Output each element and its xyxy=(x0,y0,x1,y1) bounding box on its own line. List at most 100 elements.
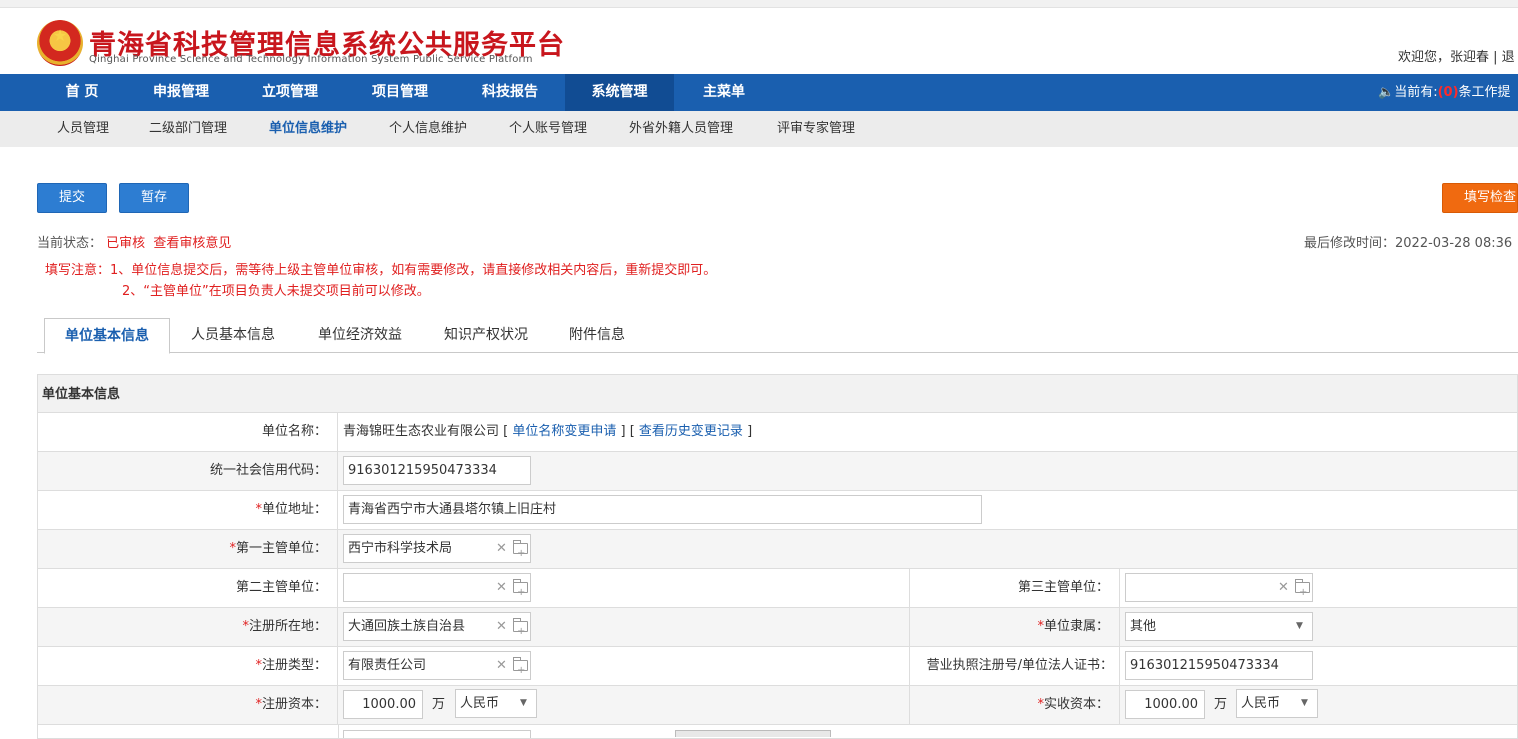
subnav-item-departments[interactable]: 二级部门管理 xyxy=(149,111,227,147)
chevron-down-icon: ▼ xyxy=(1301,698,1308,708)
paid-capital-label: 实收资本： xyxy=(1043,697,1109,712)
paid-capital-currency-select[interactable]: 人民币 ▼ xyxy=(1236,689,1318,718)
fill-check-button[interactable]: 填写检查 xyxy=(1442,183,1518,213)
folder-add-icon[interactable] xyxy=(513,540,528,562)
nav-item-main-menu[interactable]: 主菜单 xyxy=(674,74,774,111)
save-draft-button[interactable]: 暂存 xyxy=(119,183,189,213)
nav-item-home[interactable]: 首 页 xyxy=(37,74,127,111)
unit-name-change-link[interactable]: 单位名称变更申请 xyxy=(512,424,616,439)
subnav-item-personal-info[interactable]: 个人信息维护 xyxy=(389,111,467,147)
paid-capital-currency: 人民币 xyxy=(1241,696,1281,711)
unit-name-label: 单位名称： xyxy=(38,413,338,451)
reg-place-label: 注册所在地： xyxy=(248,619,327,634)
subnav-item-accounts[interactable]: 个人账号管理 xyxy=(509,111,587,147)
form-row-reg-place: *注册所在地： 大通回族土族自治县 ✕ *单位隶属： 其他 ▼ xyxy=(37,608,1518,647)
supervisor1-picker[interactable]: 西宁市科学技术局 ✕ xyxy=(343,534,531,563)
notice-count: (0) xyxy=(1437,85,1459,100)
form-row-address: *单位地址： 青海省西宁市大通县塔尔镇上旧庄村 xyxy=(37,491,1518,530)
national-emblem-icon: ★ xyxy=(37,20,83,66)
address-label: 单位地址： xyxy=(261,502,327,517)
subnav-item-unit-info[interactable]: 单位信息维护 xyxy=(269,111,347,147)
folder-add-icon[interactable] xyxy=(513,657,528,679)
notice-line-2: 2、“主管单位”在项目负责人未提交项目前可以修改。 xyxy=(122,284,430,299)
notice-line-1: 填写注意：1、单位信息提交后，需等待上级主管单位审核，如有需要修改，请直接修改相… xyxy=(45,263,717,278)
reg-type-label: 注册类型： xyxy=(261,658,327,673)
clear-icon[interactable]: ✕ xyxy=(496,574,507,601)
reg-capital-label-cell: *注册资本： xyxy=(38,686,338,724)
browser-strip xyxy=(0,0,1518,8)
notice-suffix: 条工作提 xyxy=(1458,85,1511,100)
view-opinion-link[interactable]: 查看审核意见 xyxy=(153,236,231,251)
supervisor2-picker[interactable]: ✕ xyxy=(343,573,531,602)
license-label: 营业执照注册号/单位法人证书： xyxy=(909,647,1120,685)
credit-code-label: 统一社会信用代码： xyxy=(38,452,338,490)
tab-attachments[interactable]: 附件信息 xyxy=(558,318,636,353)
paid-capital-unit: 万 xyxy=(1214,697,1228,712)
site-header: ★ 青海省科技管理信息系统公共服务平台 Qinghai Province Sci… xyxy=(0,8,1518,74)
column-divider xyxy=(338,725,339,738)
tab-unit-basic[interactable]: 单位基本信息 xyxy=(44,318,170,354)
work-notice[interactable]: 🔈当前有:(0)条工作提 xyxy=(1378,74,1511,111)
site-subtitle: Qinghai Province Science and Technology … xyxy=(89,54,533,65)
speaker-icon: 🔈 xyxy=(1378,85,1395,100)
supervisor1-label: 第一主管单位： xyxy=(235,541,327,556)
main-nav: 首 页 申报管理 立项管理 项目管理 科技报告 系统管理 主菜单 🔈当前有:(0… xyxy=(0,74,1518,111)
reg-capital-label: 注册资本： xyxy=(261,697,327,712)
subnav-item-experts[interactable]: 评审专家管理 xyxy=(777,111,855,147)
sub-nav: 人员管理 二级部门管理 单位信息维护 个人信息维护 个人账号管理 外省外籍人员管… xyxy=(0,111,1518,147)
nav-item-system[interactable]: 系统管理 xyxy=(565,74,674,111)
reg-type-picker[interactable]: 有限责任公司 ✕ xyxy=(343,651,531,680)
folder-add-icon[interactable] xyxy=(1295,579,1310,601)
folder-add-icon[interactable] xyxy=(513,618,528,640)
reg-place-value: 大通回族土族自治县 xyxy=(348,619,466,634)
status-value: 已审核 xyxy=(106,236,146,251)
subnav-item-foreign-staff[interactable]: 外省外籍人员管理 xyxy=(629,111,733,147)
supervisor1-value: 西宁市科学技术局 xyxy=(348,541,453,556)
reg-capital-input[interactable]: 1000.00 xyxy=(343,690,423,719)
license-input[interactable]: 916301215950473334 xyxy=(1125,651,1313,680)
nav-item-report[interactable]: 科技报告 xyxy=(455,74,565,111)
supervisor3-label: 第三主管单位： xyxy=(909,569,1120,607)
welcome-text[interactable]: 欢迎您，张迎春 | 退 xyxy=(1398,46,1515,65)
nav-item-approval[interactable]: 立项管理 xyxy=(235,74,345,111)
affiliation-select[interactable]: 其他 ▼ xyxy=(1125,612,1313,641)
supervisor1-label-cell: *第一主管单位： xyxy=(38,530,338,568)
submit-button[interactable]: 提交 xyxy=(37,183,107,213)
reg-place-label-cell: *注册所在地： xyxy=(38,608,338,646)
affiliation-label-cell: *单位隶属： xyxy=(909,608,1120,646)
notice-prefix: 当前有: xyxy=(1394,85,1438,100)
reg-type-label-cell: *注册类型： xyxy=(38,647,338,685)
paid-capital-input[interactable]: 1000.00 xyxy=(1125,690,1205,719)
affiliation-value: 其他 xyxy=(1130,619,1157,634)
tab-personnel-basic[interactable]: 人员基本信息 xyxy=(180,318,286,353)
unit-name-value-group: 青海锦旺生态农业有限公司 [ 单位名称变更申请 ] [ 查看历史变更记录 ] xyxy=(343,424,753,439)
form-row-capital: *注册资本： 1000.00 万 人民币 ▼ *实收资本： 1000.00 万 … xyxy=(37,686,1518,725)
nav-item-apply[interactable]: 申报管理 xyxy=(127,74,235,111)
reg-place-picker[interactable]: 大通回族土族自治县 ✕ xyxy=(343,612,531,641)
clear-icon[interactable]: ✕ xyxy=(496,535,507,562)
folder-add-icon[interactable] xyxy=(513,579,528,601)
partial-toolbar-control[interactable] xyxy=(675,730,831,737)
reg-capital-currency-select[interactable]: 人民币 ▼ xyxy=(455,689,537,718)
credit-code-input[interactable]: 916301215950473334 xyxy=(343,456,531,485)
reg-type-value: 有限责任公司 xyxy=(348,658,427,673)
form-row-credit-code: 统一社会信用代码： 916301215950473334 xyxy=(37,452,1518,491)
status-line: 当前状态： 已审核 查看审核意见 xyxy=(37,232,231,251)
subnav-item-personnel[interactable]: 人员管理 xyxy=(57,111,109,147)
tab-ip-status[interactable]: 知识产权状况 xyxy=(432,318,540,353)
unit-name-value: 青海锦旺生态农业有限公司 xyxy=(343,424,500,439)
form-row-supervisor-1: *第一主管单位： 西宁市科学技术局 ✕ xyxy=(37,530,1518,569)
chevron-down-icon: ▼ xyxy=(1296,621,1303,631)
address-input[interactable]: 青海省西宁市大通县塔尔镇上旧庄村 xyxy=(343,495,982,524)
unit-name-history-link[interactable]: 查看历史变更记录 xyxy=(639,424,743,439)
clear-icon[interactable]: ✕ xyxy=(496,652,507,679)
clear-icon[interactable]: ✕ xyxy=(1278,574,1289,601)
form-row-supervisor-2-3: 第二主管单位： ✕ 第三主管单位： ✕ xyxy=(37,569,1518,608)
tab-economic[interactable]: 单位经济效益 xyxy=(306,318,414,353)
address-label-cell: *单位地址： xyxy=(38,491,338,529)
supervisor3-picker[interactable]: ✕ xyxy=(1125,573,1313,602)
nav-item-project[interactable]: 项目管理 xyxy=(345,74,455,111)
form-tabs: 单位基本信息 人员基本信息 单位经济效益 知识产权状况 附件信息 xyxy=(37,318,1518,354)
clear-icon[interactable]: ✕ xyxy=(496,613,507,640)
reg-capital-unit: 万 xyxy=(432,697,446,712)
